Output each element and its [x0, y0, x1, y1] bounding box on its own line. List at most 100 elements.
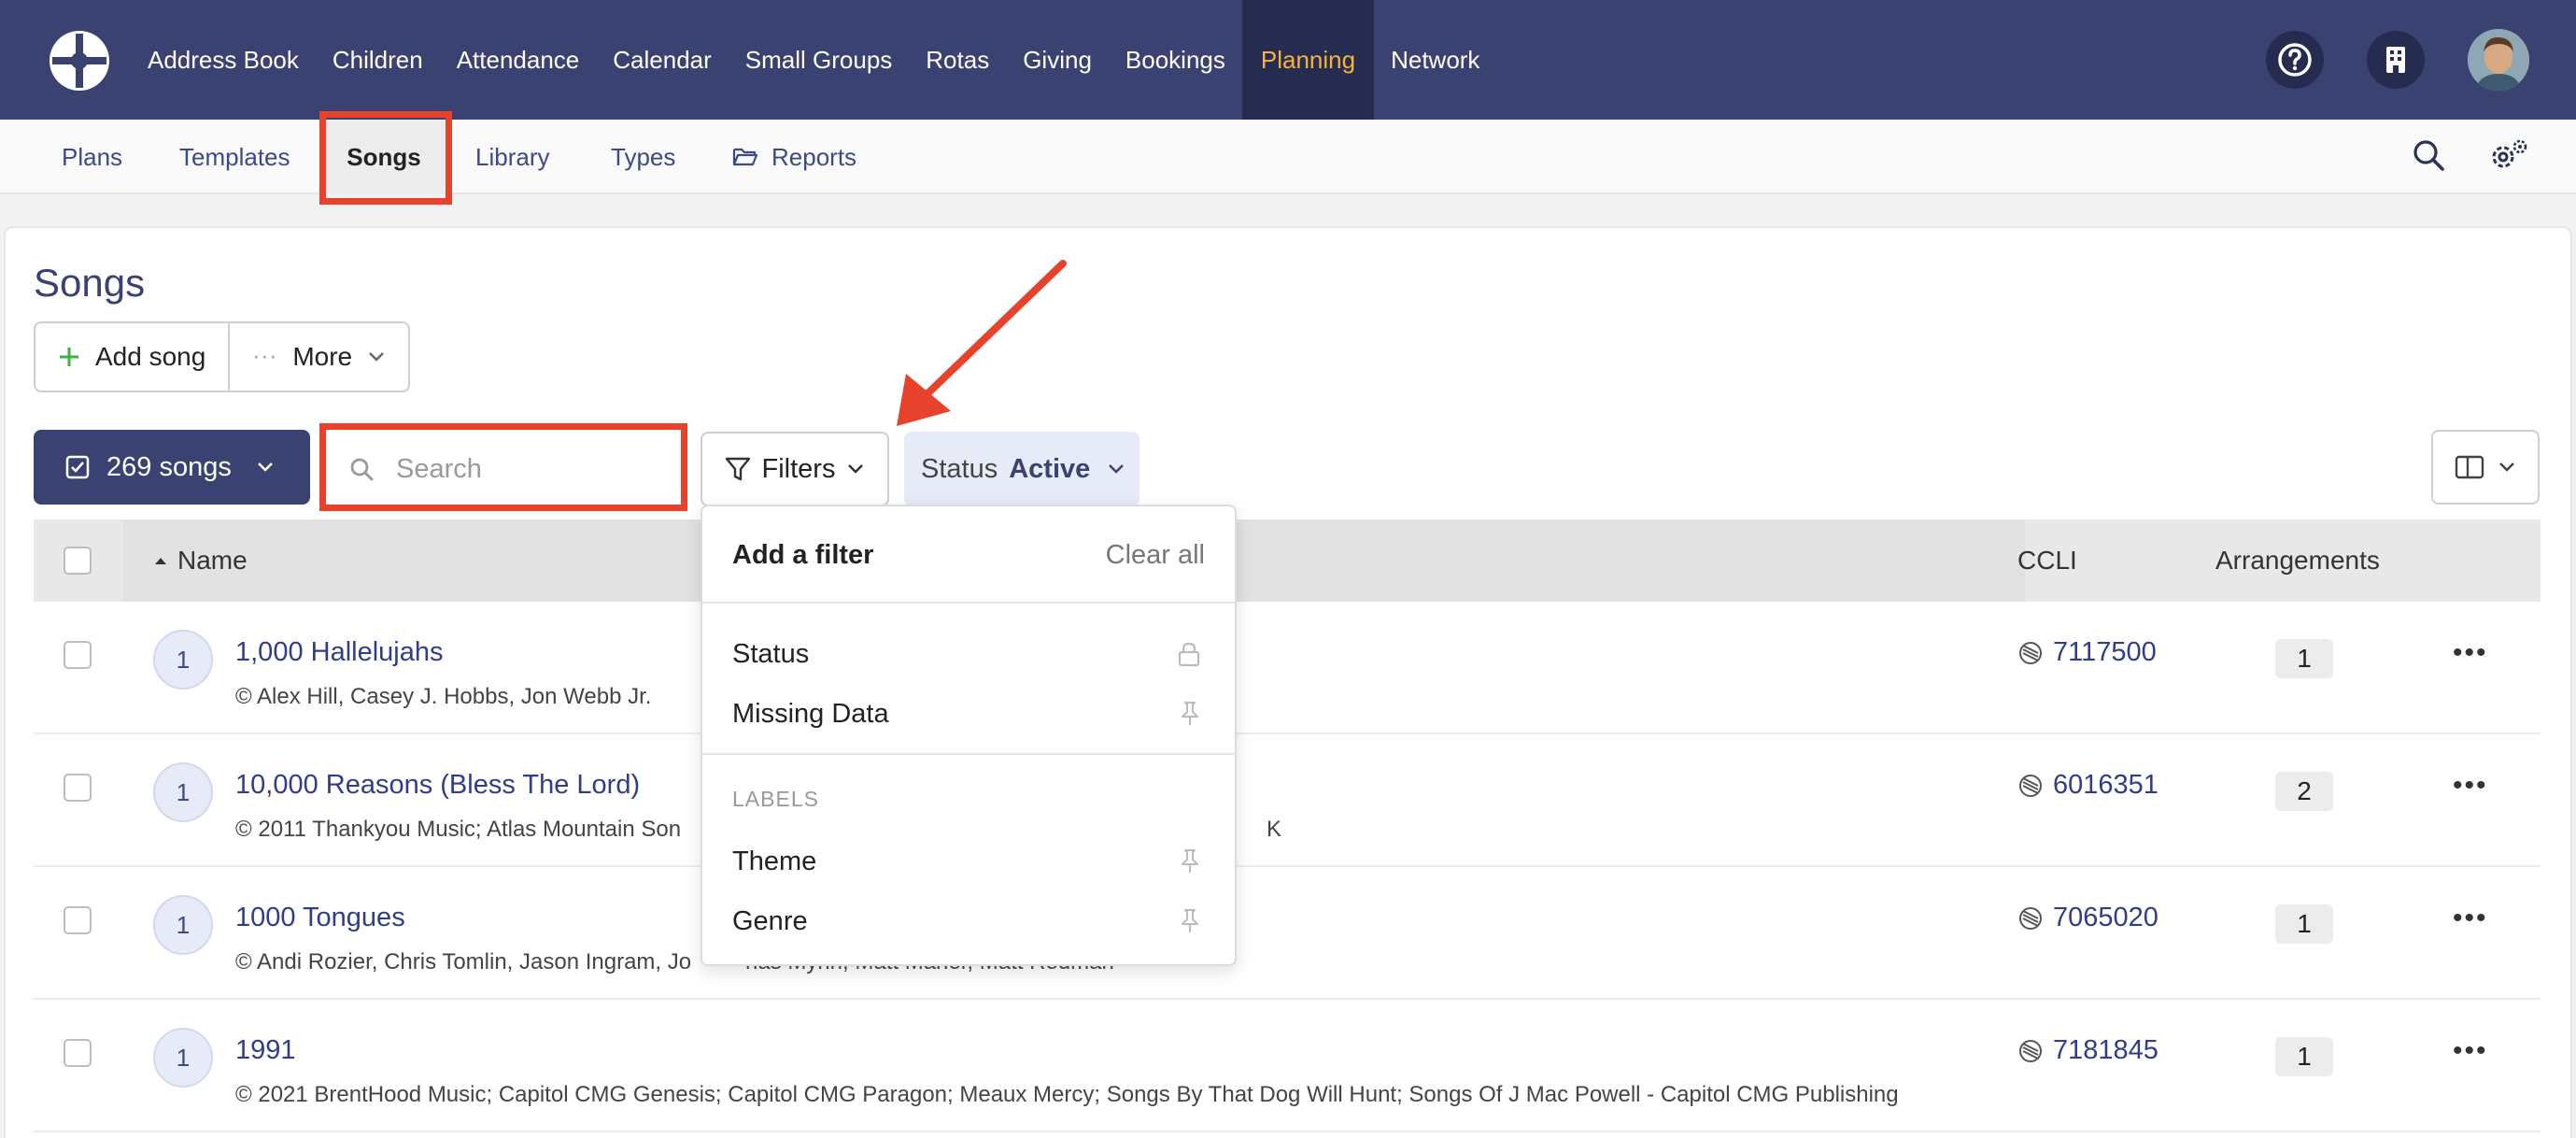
nav-item-attendance[interactable]: Attendance — [440, 0, 597, 120]
nav-item-rotas[interactable]: Rotas — [909, 0, 1006, 120]
tab-reports[interactable]: Reports — [732, 120, 856, 194]
pin-icon[interactable] — [1179, 908, 1201, 934]
checkbox-checked-icon — [65, 455, 90, 479]
row-checkbox[interactable] — [64, 1039, 92, 1067]
tab-reports-label: Reports — [771, 142, 857, 171]
song-copyright: © 2021 BrentHood Music; Capitol CMG Gene… — [235, 1082, 1899, 1107]
song-badge: 1 — [153, 630, 213, 690]
dropdown-title: Add a filter — [732, 540, 874, 570]
select-songs-button[interactable]: 269 songs — [34, 430, 310, 505]
filter-option-label: Status — [732, 638, 810, 669]
song-name-link[interactable]: 1,000 Hallelujahs — [235, 637, 443, 668]
app-logo-icon[interactable] — [47, 28, 112, 93]
tab-types[interactable]: Types — [611, 120, 675, 194]
status-filter-chip[interactable]: Status Active — [904, 432, 1139, 506]
song-copyright-tail: K — [1267, 817, 1282, 842]
columns-toggle-button[interactable] — [2431, 430, 2540, 505]
table-header: Name CCLI Arrangements — [34, 519, 2541, 602]
chevron-down-icon — [256, 461, 275, 474]
filter-option-label: Genre — [732, 905, 808, 936]
chevron-down-icon — [2498, 461, 2516, 474]
folder-icon — [732, 147, 758, 167]
more-label: More — [292, 342, 353, 371]
search-icon[interactable] — [2412, 138, 2445, 172]
tab-songs[interactable]: Songs — [323, 120, 445, 194]
ccli-number: 7117500 — [2053, 637, 2157, 667]
add-song-button[interactable]: Add song — [35, 323, 228, 391]
nav-item-children[interactable]: Children — [316, 0, 440, 120]
row-actions-menu-icon[interactable]: ••• — [2453, 1035, 2488, 1067]
nav-item-calendar[interactable]: Calendar — [596, 0, 729, 120]
add-song-label: Add song — [95, 342, 206, 371]
nav-item-planning[interactable]: Planning — [1241, 0, 1375, 120]
tab-plans[interactable]: Plans — [62, 120, 122, 194]
ccli-link[interactable]: 6016351 — [2017, 770, 2158, 801]
row-checkbox[interactable] — [64, 774, 92, 802]
nav-item-network[interactable]: Network — [1374, 0, 1496, 120]
nav-item-bookings[interactable]: Bookings — [1109, 0, 1242, 120]
avatar[interactable] — [2468, 29, 2529, 91]
sub-navigation-bar: Plans Templates Songs Library Types Repo… — [0, 120, 2576, 194]
chevron-down-icon — [367, 350, 386, 363]
table-row: 1 1000 Tongues © Andi Rozier, Chris Toml… — [34, 867, 2541, 1000]
nav-item-small-groups[interactable]: Small Groups — [729, 0, 910, 120]
tab-library[interactable]: Library — [475, 120, 549, 194]
help-icon[interactable] — [2266, 31, 2324, 89]
filters-button[interactable]: Filters — [701, 432, 889, 506]
song-name-link[interactable]: 1991 — [235, 1035, 296, 1066]
filters-label: Filters — [761, 453, 836, 484]
songs-count-label: 269 songs — [106, 451, 232, 482]
search-input[interactable] — [396, 453, 639, 485]
labels-section-heading: LABELS — [732, 787, 819, 811]
more-button[interactable]: ··· More — [228, 323, 408, 391]
row-actions-menu-icon[interactable]: ••• — [2453, 770, 2488, 802]
row-actions-menu-icon[interactable]: ••• — [2453, 903, 2488, 934]
filter-option-missing-data[interactable]: Missing Data — [702, 686, 1235, 742]
clear-all-button[interactable]: Clear all — [1106, 540, 1205, 571]
song-name-link[interactable]: 1000 Tongues — [235, 903, 405, 933]
chevron-down-icon — [846, 462, 865, 476]
pin-icon[interactable] — [1179, 701, 1201, 727]
song-actions-button-group: Add song ··· More — [34, 321, 411, 392]
row-checkbox[interactable] — [64, 906, 92, 934]
arrangements-column-header[interactable]: Arrangements — [2215, 519, 2380, 602]
song-name-link[interactable]: 10,000 Reasons (Bless The Lord) — [235, 770, 640, 801]
ccli-icon — [2017, 773, 2044, 799]
building-icon[interactable] — [2367, 31, 2425, 89]
search-icon — [349, 457, 374, 481]
nav-item-giving[interactable]: Giving — [1006, 0, 1109, 120]
ccli-number: 6016351 — [2053, 770, 2158, 800]
filter-option-theme[interactable]: Theme — [702, 833, 1235, 889]
filter-option-status[interactable]: Status — [702, 626, 1235, 682]
arrangements-count: 1 — [2275, 639, 2333, 678]
ccli-icon — [2017, 640, 2044, 666]
pin-icon[interactable] — [1179, 848, 1201, 875]
ccli-link[interactable]: 7065020 — [2017, 903, 2158, 933]
name-column-label: Name — [177, 546, 248, 575]
arrangements-count: 2 — [2275, 772, 2333, 811]
dropdown-header: Add a filter Clear all — [702, 506, 1235, 604]
ccli-number: 7065020 — [2053, 903, 2158, 932]
select-all-checkbox[interactable] — [64, 547, 92, 575]
settings-icon[interactable] — [2488, 136, 2529, 174]
lock-icon — [1177, 641, 1201, 667]
song-badge: 1 — [153, 762, 213, 822]
table-row: 1 1991 © 2021 BrentHood Music; Capitol C… — [34, 1000, 2541, 1132]
ccli-number: 7181845 — [2053, 1035, 2158, 1065]
nav-item-address-book[interactable]: Address Book — [131, 0, 316, 120]
status-filter-value: Active — [1009, 453, 1091, 484]
filter-option-genre[interactable]: Genre — [702, 893, 1235, 949]
row-actions-menu-icon[interactable]: ••• — [2453, 637, 2488, 669]
name-column-header[interactable]: Name — [153, 519, 248, 602]
dropdown-divider — [702, 753, 1235, 755]
tab-templates[interactable]: Templates — [179, 120, 290, 194]
ccli-link[interactable]: 7181845 — [2017, 1035, 2158, 1066]
add-filter-dropdown: Add a filter Clear all Status Missing Da… — [701, 505, 1237, 966]
row-checkbox[interactable] — [64, 641, 92, 669]
song-badge: 1 — [153, 895, 213, 955]
ellipsis-icon: ··· — [252, 344, 278, 369]
ccli-link[interactable]: 7117500 — [2017, 637, 2157, 668]
ccli-column-header[interactable]: CCLI — [2017, 519, 2077, 602]
ccli-icon — [2017, 905, 2044, 932]
arrangements-count: 1 — [2275, 1037, 2333, 1076]
